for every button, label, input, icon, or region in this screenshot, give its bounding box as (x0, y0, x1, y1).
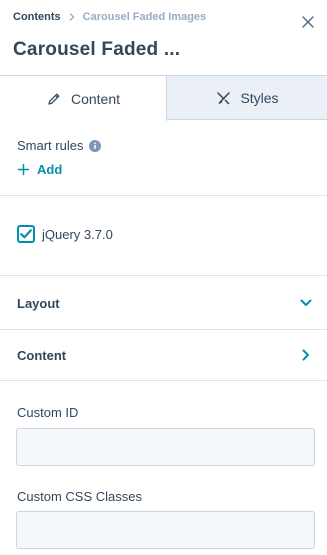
tab-content[interactable]: Content (0, 75, 167, 121)
paint-brush-icon (215, 90, 231, 106)
tab-styles[interactable]: Styles (167, 75, 327, 121)
custom-css-classes-label: Custom CSS Classes (17, 489, 142, 504)
custom-id-input[interactable] (16, 428, 315, 466)
smart-rules-text: Smart rules (17, 138, 84, 153)
breadcrumb-current: Carousel Faded Images (82, 11, 207, 23)
divider (0, 380, 327, 381)
layout-accordion[interactable]: Layout (0, 277, 327, 329)
breadcrumb-parent-link[interactable]: Contents (13, 11, 61, 23)
chevron-down-icon (299, 296, 313, 310)
divider (0, 195, 327, 196)
divider (0, 275, 327, 276)
jquery-checkbox-row[interactable]: jQuery 3.7.0 (17, 225, 113, 243)
tab-bar: Content Styles (0, 75, 327, 121)
jquery-label: jQuery 3.7.0 (42, 226, 113, 242)
chevron-right-icon (299, 348, 313, 362)
plus-icon (17, 163, 30, 176)
content-accordion[interactable]: Content (0, 329, 327, 381)
jquery-checkbox[interactable] (17, 225, 35, 243)
chevron-right-icon (65, 10, 79, 24)
info-icon[interactable] (89, 139, 102, 152)
smart-rules-label: Smart rules (17, 138, 102, 153)
page-title: Carousel Faded ... (13, 39, 181, 60)
tab-content-label: Content (70, 90, 121, 107)
check-icon (20, 229, 32, 239)
pencil-icon (46, 91, 62, 107)
custom-css-classes-input[interactable] (16, 511, 315, 549)
add-smart-rule-button[interactable]: Add (17, 162, 62, 177)
close-button[interactable] (299, 13, 317, 31)
panel-header: Contents Carousel Faded Images Carousel … (0, 0, 327, 75)
breadcrumb: Contents Carousel Faded Images (13, 10, 206, 24)
content-accordion-title: Content (17, 347, 67, 363)
tab-styles-label: Styles (240, 90, 279, 106)
custom-id-label: Custom ID (17, 405, 79, 420)
close-icon (302, 16, 314, 28)
add-label: Add (37, 162, 63, 177)
layout-accordion-title: Layout (17, 295, 60, 311)
